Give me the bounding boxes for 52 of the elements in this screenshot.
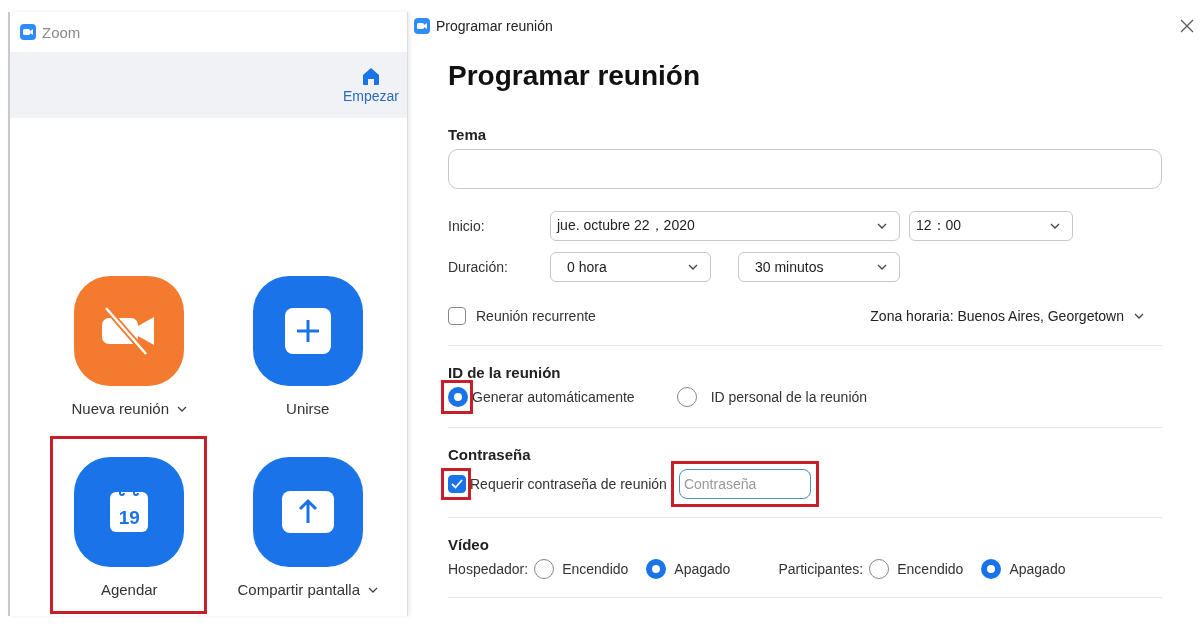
radio-button[interactable]: [981, 559, 1002, 579]
camera-logo-icon: [20, 24, 36, 40]
radio-label: Apagado: [1009, 561, 1066, 577]
section-title: Vídeo: [448, 536, 490, 553]
field-label: Duración:: [448, 259, 509, 275]
plus-button[interactable]: [252, 276, 363, 386]
chevron-icon: [1134, 313, 1144, 319]
share-button[interactable]: [252, 457, 363, 567]
action-label: Nueva reunión: [71, 400, 170, 417]
checkbox[interactable]: [448, 475, 466, 493]
action-label: Agendar: [100, 581, 158, 598]
dialog-heading: Programar reunión: [448, 60, 702, 92]
radio-label: Encendido: [562, 561, 629, 577]
hours-dropdown[interactable]: 0 hora: [550, 252, 711, 282]
radio-button[interactable]: [646, 559, 667, 579]
camera-logo-icon: [414, 18, 430, 34]
checkbox[interactable]: [448, 307, 466, 325]
minutes-dropdown[interactable]: 30 minutos: [738, 252, 900, 282]
video-off-button[interactable]: [74, 276, 185, 386]
home-icon: [361, 66, 381, 86]
section-title: ID de la reunión: [448, 364, 562, 381]
password-field[interactable]: Contraseña: [678, 469, 811, 499]
radio-label: Encendido: [897, 561, 964, 577]
time-dropdown[interactable]: 12：00: [909, 211, 1073, 241]
plus-icon: [284, 308, 331, 354]
window-title: Zoom: [42, 23, 81, 41]
chevron-icon: [877, 223, 887, 229]
radio-label: Apagado: [674, 561, 731, 577]
chevron-icon: [1050, 223, 1060, 229]
field-label: Inicio:: [448, 218, 486, 234]
calendar-button[interactable]: 19: [74, 457, 185, 567]
chevron-icon: [688, 264, 698, 270]
field-label: Participantes:: [778, 561, 864, 577]
action-label: Compartir pantalla: [237, 581, 361, 598]
field-label: Hospedador:: [448, 561, 529, 577]
radio-button[interactable]: [869, 559, 890, 579]
radio-label: Generar automáticamente: [472, 389, 635, 405]
radio-button[interactable]: [448, 387, 468, 407]
radio-button[interactable]: [534, 559, 555, 579]
radio-button[interactable]: [676, 387, 697, 407]
chevron-icon: [877, 264, 887, 270]
home-tab[interactable]: Empezar: [342, 66, 399, 104]
dialog-title: Programar reunión: [436, 18, 554, 34]
topic-field[interactable]: [448, 149, 1162, 189]
section-title: Tema: [448, 126, 488, 143]
radio-label: ID personal de la reunión: [710, 389, 868, 405]
checkbox-label: Requerir contraseña de reunión: [470, 476, 667, 492]
checkbox-label: Reunión recurrente: [476, 308, 596, 324]
share-screen-icon: [281, 491, 334, 533]
section-title: Contraseña: [448, 446, 532, 463]
date-dropdown[interactable]: jue. octubre 22，2020: [550, 211, 900, 241]
action-label: Unirse: [286, 400, 330, 417]
